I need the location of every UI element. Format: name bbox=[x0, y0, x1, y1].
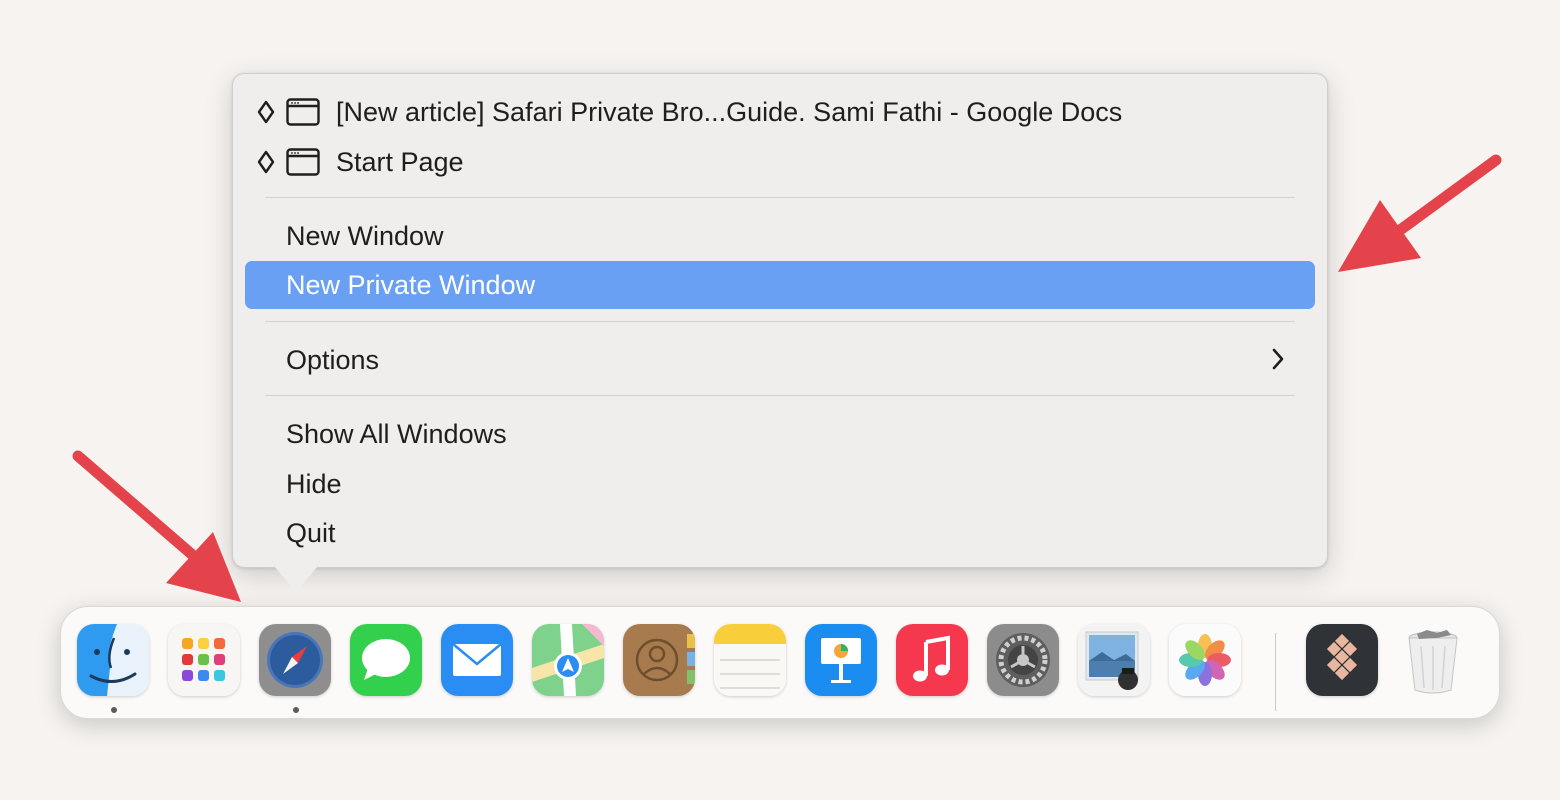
arrow-pointing-to-new-private-window bbox=[1338, 154, 1502, 272]
annotation-arrows bbox=[72, 154, 1502, 602]
arrow-pointing-to-safari-dock-icon bbox=[72, 450, 241, 602]
